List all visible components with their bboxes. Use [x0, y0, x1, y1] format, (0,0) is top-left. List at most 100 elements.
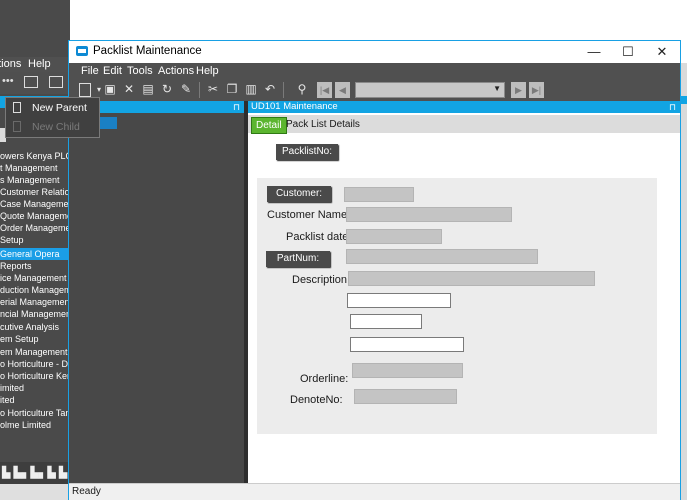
orderline-field[interactable] [352, 363, 463, 378]
app-icon [76, 46, 88, 56]
tree-item[interactable]: s Management [0, 174, 70, 186]
toolbar-separator [283, 82, 284, 98]
clear-icon[interactable]: ✎ [179, 82, 193, 97]
status-text: Ready [72, 486, 101, 497]
background-toolbar: ••• [0, 72, 70, 94]
copy-icon[interactable]: ❐ [225, 82, 239, 97]
tree-item[interactable]: owers Kenya PLC [0, 150, 70, 162]
background-lower-strip [0, 484, 70, 500]
tab-pack-list-details[interactable]: Pack List Details [286, 117, 360, 132]
paste-icon[interactable]: ▥ [244, 82, 258, 97]
more-icon[interactable]: ••• [2, 75, 14, 87]
menu-file[interactable]: File [81, 65, 99, 77]
packlistno-button[interactable]: PacklistNo: [276, 144, 338, 160]
denoteno-field[interactable] [354, 389, 457, 404]
background-right-strip [681, 63, 687, 500]
denoteno-label: DenoteNo: [290, 394, 343, 406]
description-field[interactable] [348, 271, 595, 286]
panel-icon[interactable] [49, 76, 63, 88]
text-field-3[interactable] [350, 337, 464, 352]
partnum-button[interactable]: PartNum: [266, 251, 330, 267]
window-title: Packlist Maintenance [93, 45, 202, 57]
tree-item[interactable]: o Horticulture Tan [0, 407, 70, 419]
delete-icon[interactable]: ✕ [122, 82, 136, 97]
maximize-button[interactable]: ☐ [611, 41, 645, 63]
description-label: Description: [292, 274, 351, 286]
tree-item[interactable]: em Setup [0, 333, 70, 345]
previous-record-icon[interactable]: ◀ [335, 82, 350, 98]
packlist-maintenance-window: Packlist Maintenance — ☐ ✕ File Edit Too… [68, 40, 681, 500]
customer-name-field[interactable] [346, 207, 512, 222]
background-bottom-toolbar: ▙ ▙▖▙▖▙ ▙ [0, 462, 70, 484]
detail-pane-title: UD101 Maintenance [251, 101, 338, 112]
undo-icon[interactable]: ↶ [263, 82, 277, 97]
save-icon[interactable]: ▣ [103, 82, 117, 97]
tree-item[interactable]: Order Managemen [0, 222, 70, 234]
cut-icon[interactable]: ✂ [206, 82, 220, 97]
tree-item[interactable]: cutive Analysis [0, 321, 70, 333]
clipboard-icon[interactable]: ▤ [141, 82, 155, 97]
tree-item[interactable]: t Management [0, 162, 70, 174]
tree-item[interactable]: ncial Management [0, 308, 70, 320]
partnum-field[interactable] [346, 249, 538, 264]
tree-item[interactable]: o Horticulture Ken [0, 370, 70, 382]
background-menu-options[interactable]: otions [0, 58, 21, 70]
tree-item[interactable]: Customer Relation [0, 186, 70, 198]
toolbar-separator [199, 82, 200, 98]
bottom-toolbar-icons[interactable]: ▙ ▙▖▙▖▙ ▙ [2, 466, 67, 479]
tree-item[interactable]: em Management [0, 346, 70, 358]
background-tree: owers Kenya PLC t Management s Management C… [0, 110, 70, 460]
pin-icon[interactable]: ⊓ [233, 101, 240, 113]
menu-item-new-parent[interactable]: New Parent [6, 99, 99, 117]
menu-item-new-child[interactable]: New Child [6, 118, 99, 136]
tree-item[interactable]: o Horticulture - Du [0, 358, 70, 370]
refresh-icon[interactable]: ↻ [160, 82, 174, 97]
screen-icon[interactable] [24, 76, 38, 88]
orderline-label: Orderline: [300, 373, 349, 385]
customer-name-label: Customer Name: [267, 209, 351, 221]
menu-tools[interactable]: Tools [127, 65, 153, 77]
background-menu-help[interactable]: Help [28, 58, 51, 70]
tree-item[interactable]: erial Management [0, 296, 70, 308]
pin-icon[interactable]: ⊓ [669, 101, 676, 113]
tree-item[interactable]: Setup [0, 234, 70, 246]
tree-item[interactable]: Reports [0, 260, 70, 272]
menu-item-label: New Parent [32, 102, 87, 114]
last-record-icon[interactable]: ▶| [529, 82, 544, 98]
document-icon [13, 121, 21, 132]
menu-help[interactable]: Help [196, 65, 219, 77]
tab-strip: Detail Pack List Details [248, 115, 680, 134]
new-dropdown-menu: New Parent New Child [5, 97, 100, 138]
text-field-2[interactable] [350, 314, 422, 329]
tree-item[interactable]: General Opera [0, 248, 70, 260]
minimize-button[interactable]: — [577, 41, 611, 63]
close-button[interactable]: ✕ [645, 41, 679, 63]
tree-item[interactable]: Case Managemen [0, 198, 70, 210]
toolbar: ▾ ▣ ✕ ▤ ↻ ✎ ✂ ❐ ▥ ↶ ⚲ |◀ ◀ ▼ ▶ ▶| [69, 79, 680, 101]
customer-button[interactable]: Customer: [267, 186, 331, 202]
detail-pane: UD101 Maintenance ⊓ Detail Pack List Det… [248, 101, 680, 483]
tree-item[interactable]: duction Managem [0, 284, 70, 296]
menu-actions[interactable]: Actions [158, 65, 194, 77]
record-selector-dropdown[interactable]: ▼ [355, 82, 505, 98]
tree-item[interactable]: ice Management [0, 272, 70, 284]
tab-detail[interactable]: Detail [251, 117, 287, 134]
background-menubar: otions Help [0, 57, 70, 72]
tree-item[interactable]: Quote Managemen [0, 210, 70, 222]
text-field-1[interactable] [347, 293, 451, 308]
new-icon[interactable] [79, 83, 91, 97]
first-record-icon[interactable]: |◀ [317, 82, 332, 98]
background-right-blue [681, 96, 687, 104]
tree-item[interactable]: imited [0, 382, 70, 394]
next-record-icon[interactable]: ▶ [511, 82, 526, 98]
customer-field[interactable] [344, 187, 414, 202]
title-bar[interactable]: Packlist Maintenance — ☐ ✕ [69, 41, 680, 63]
tree-pane: ⊓ 01 [69, 101, 244, 483]
binoculars-icon[interactable]: ⚲ [295, 82, 309, 97]
packlist-date-field[interactable] [346, 229, 442, 244]
detail-pane-header: UD101 Maintenance ⊓ [248, 101, 680, 113]
tree-item[interactable]: ited [0, 394, 70, 406]
tree-item[interactable]: olme Limited [0, 419, 70, 431]
menu-edit[interactable]: Edit [103, 65, 122, 77]
menu-bar: File Edit Tools Actions Help [69, 63, 680, 79]
